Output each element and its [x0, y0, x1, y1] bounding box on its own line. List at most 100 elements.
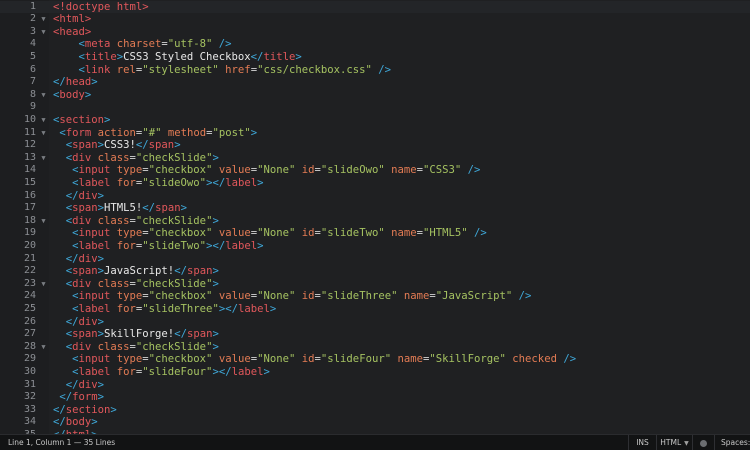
code-token: "checkbox" — [148, 353, 213, 366]
line-number: 25 — [23, 302, 36, 314]
code-token: > — [97, 189, 105, 202]
insert-mode-indicator[interactable]: INS — [628, 435, 656, 450]
line-number: 1 — [29, 0, 36, 12]
code-token: div — [78, 252, 98, 265]
language-mode-selector[interactable]: HTML ▼ — [656, 435, 692, 450]
code-text: <title>CSS3 Styled Checkbox</title> — [78, 51, 301, 64]
code-line[interactable]: 31 </div> — [0, 379, 750, 392]
code-area[interactable]: 1 <!doctype html> 2 ▼ <html> 3 ▼ <head> 4 <meta c… — [0, 0, 750, 434]
code-token: name — [384, 227, 417, 240]
code-token: "None" — [257, 227, 296, 240]
code-line[interactable]: 28 ▼ <div class="checkSlide"> — [0, 341, 750, 354]
code-token: value — [212, 353, 251, 366]
code-text: </div> — [66, 253, 104, 266]
code-line[interactable]: 21 </div> — [0, 253, 750, 266]
code-line[interactable]: 18 ▼ <div class="checkSlide"> — [0, 215, 750, 228]
code-token: section — [65, 403, 111, 416]
code-token: <head> — [53, 25, 92, 38]
code-line[interactable]: 15 <label for="slideOwo"></label> — [0, 177, 750, 190]
code-line[interactable]: 17 <span>HTML5!</span> — [0, 202, 750, 215]
code-token: <!doctype html> — [53, 0, 149, 13]
code-token: for — [116, 239, 136, 252]
fold-arrow-icon[interactable]: ▼ — [39, 13, 48, 26]
fold-arrow-icon[interactable]: ▼ — [39, 89, 48, 102]
code-line[interactable]: 16 </div> — [0, 190, 750, 203]
code-token: form — [72, 391, 98, 404]
code-token: /> — [212, 38, 232, 51]
line-number: 7 — [29, 76, 36, 88]
code-line[interactable]: 11 ▼ <form action="#" method="post"> — [0, 127, 750, 140]
code-line[interactable]: 30 <label for="slideFour"></label> — [0, 366, 750, 379]
code-line[interactable]: 25 <label for="slideThree"></label> — [0, 303, 750, 316]
code-line[interactable]: 14 <input type="checkbox" value="None" id… — [0, 164, 750, 177]
fold-arrow-icon[interactable]: ▼ — [39, 152, 48, 165]
fold-arrow-icon[interactable]: ▼ — [39, 114, 48, 127]
code-token: </ — [174, 328, 187, 341]
fold-arrow-icon[interactable]: ▼ — [39, 127, 48, 140]
code-token: "checkSlide" — [135, 340, 213, 353]
line-number: 10 — [23, 113, 36, 125]
line-number: 29 — [23, 353, 36, 365]
code-line[interactable]: 7 </head> — [0, 76, 750, 89]
circle-indicator-icon — [700, 439, 707, 447]
cursor-position-status[interactable]: Line 1, Column 1 — 35 Lines — [8, 438, 115, 447]
code-token: "None" — [257, 353, 296, 366]
code-line[interactable]: 1 <!doctype html> — [0, 0, 750, 14]
code-token: for — [116, 302, 136, 315]
code-line[interactable]: 8 ▼ <body> — [0, 89, 750, 102]
code-text: <input type="checkbox" value="None" id="… — [72, 290, 531, 303]
code-line[interactable]: 6 <link rel="stylesheet" href="css/checkb… — [0, 64, 750, 77]
code-line[interactable]: 34 </body> — [0, 416, 750, 429]
code-token: span — [148, 139, 175, 152]
fold-arrow-icon[interactable]: ▼ — [39, 341, 48, 354]
code-line[interactable]: 29 <input type="checkbox" value="None" id… — [0, 353, 750, 366]
code-token: div — [72, 277, 98, 290]
code-token: > — [97, 252, 105, 265]
code-token: </ — [65, 252, 79, 265]
line-number: 34 — [23, 416, 36, 428]
code-line[interactable]: 32 </form> — [0, 391, 750, 404]
code-line[interactable]: 13 ▼ <div class="checkSlide"> — [0, 152, 750, 165]
code-line[interactable]: 33 </section> — [0, 404, 750, 417]
code-line[interactable]: 20 <label for="slideTwo"></label> — [0, 240, 750, 253]
code-token: span — [72, 265, 98, 278]
code-line[interactable]: 9 — [0, 101, 750, 114]
code-token: > — [212, 151, 219, 164]
code-text: <label for="slideFour"></label> — [72, 366, 270, 379]
code-token: "slideThree" — [142, 302, 219, 315]
code-line[interactable]: 23 ▼ <div class="checkSlide"> — [0, 278, 750, 291]
fold-arrow-icon[interactable]: ▼ — [39, 278, 48, 291]
code-editor[interactable]: 1 <!doctype html> 2 ▼ <html> 3 ▼ <head> 4 <meta c… — [0, 0, 750, 450]
code-text: <head> — [53, 26, 91, 39]
code-token: > — [212, 214, 219, 227]
code-token: div — [78, 189, 98, 202]
code-line[interactable]: 12 <span>CSS3!</span> — [0, 139, 750, 152]
fold-arrow-icon[interactable]: ▼ — [39, 215, 48, 228]
line-number: 30 — [23, 365, 36, 377]
code-token: > — [104, 113, 111, 126]
code-token: label — [78, 365, 117, 378]
code-line[interactable]: 10 ▼ <section> — [0, 114, 750, 127]
code-token: input — [78, 227, 117, 240]
code-line[interactable]: 27 <span>SkillForge!</span> — [0, 328, 750, 341]
code-line[interactable]: 3 ▼ <head> — [0, 26, 750, 39]
fold-arrow-icon[interactable]: ▼ — [39, 26, 48, 39]
code-line[interactable]: 22 <span>JavaScript!</span> — [0, 265, 750, 278]
code-token: action — [97, 126, 136, 139]
code-token: name — [391, 353, 423, 366]
line-number: 23 — [23, 277, 36, 289]
code-line[interactable]: 26 </div> — [0, 316, 750, 329]
code-token: for — [116, 365, 136, 378]
code-token: meta — [84, 38, 117, 51]
code-line[interactable]: 5 <title>CSS3 Styled Checkbox</title> — [0, 51, 750, 64]
code-line[interactable]: 2 ▼ <html> — [0, 13, 750, 26]
status-indicator[interactable] — [692, 435, 714, 450]
code-line[interactable]: 24 <input type="checkbox" value="None" id… — [0, 290, 750, 303]
code-token: link — [84, 63, 117, 76]
code-line[interactable]: 4 <meta charset="utf-8" /> — [0, 38, 750, 51]
code-token: > — [295, 50, 302, 63]
code-token: for — [116, 176, 136, 189]
code-token: div — [72, 340, 98, 353]
code-line[interactable]: 19 <input type="checkbox" value="None" id… — [0, 227, 750, 240]
indentation-selector[interactable]: Spaces: 4 — [714, 435, 750, 450]
